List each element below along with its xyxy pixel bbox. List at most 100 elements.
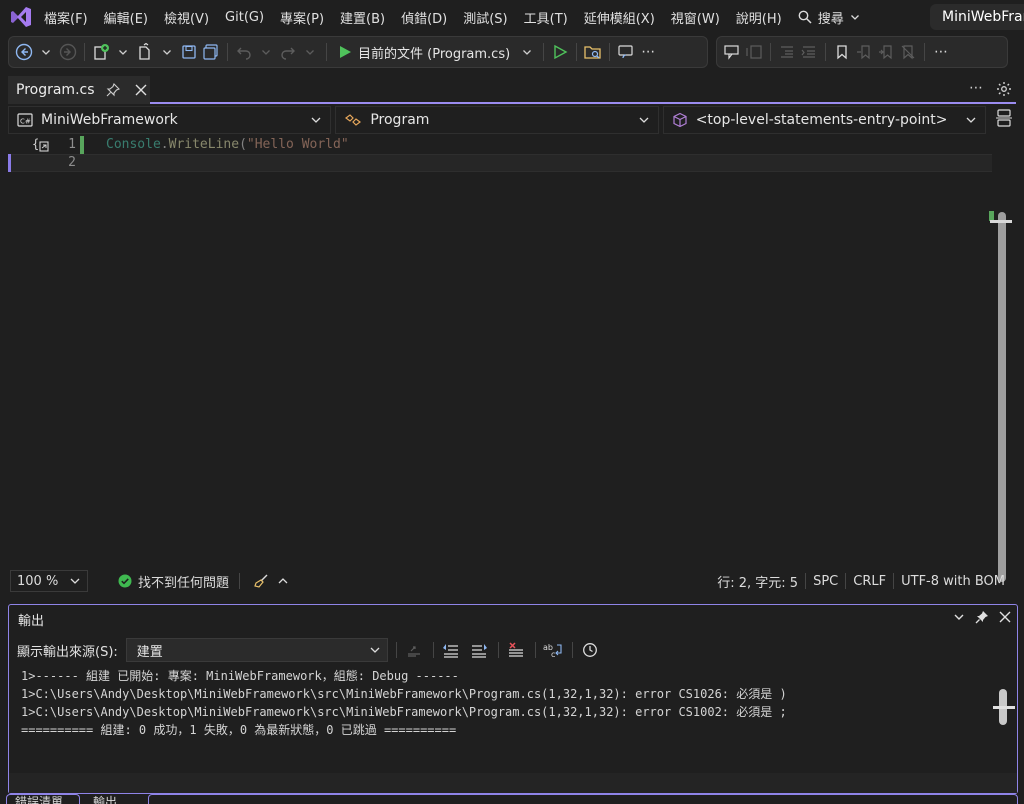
quick-info-button[interactable] xyxy=(721,39,743,65)
previous-message-button[interactable] xyxy=(440,639,462,661)
zoom-dropdown[interactable]: 100 % xyxy=(10,570,88,592)
menu-project[interactable]: 專案(P) xyxy=(272,5,332,29)
pin-icon[interactable] xyxy=(105,81,123,99)
ellipsis-icon: ⋯ xyxy=(934,44,948,60)
whitespace-mode[interactable]: SPC xyxy=(806,574,845,589)
tab-program-cs[interactable]: Program.cs xyxy=(8,76,150,104)
type-name: Program xyxy=(370,112,430,128)
svg-text:{: { xyxy=(32,137,39,151)
line-number: 2 xyxy=(68,155,76,170)
next-message-button[interactable] xyxy=(468,639,490,661)
menu-test[interactable]: 測試(S) xyxy=(455,5,515,29)
navigate-back-button[interactable] xyxy=(13,39,35,65)
menu-build[interactable]: 建置(B) xyxy=(332,5,393,29)
code-cleanup-button[interactable] xyxy=(250,568,272,594)
menu-edit[interactable]: 編輯(E) xyxy=(96,5,156,29)
hot-reload-button[interactable] xyxy=(615,39,637,65)
output-text-area[interactable]: 1>------ 組建 已開始: 專案: MiniWebFramework，組態… xyxy=(21,667,981,739)
browse-folder-button[interactable] xyxy=(582,39,604,65)
chevron-down-icon xyxy=(262,50,270,55)
code-token-method: WriteLine xyxy=(168,137,240,152)
menu-git[interactable]: Git(G) xyxy=(217,5,272,29)
member-name: <top-level-statements-entry-point> xyxy=(695,112,948,128)
undo-button[interactable] xyxy=(233,39,255,65)
menu-tools[interactable]: 工具(T) xyxy=(516,5,576,29)
outdent-icon xyxy=(781,46,793,58)
menu-debug[interactable]: 偵錯(D) xyxy=(393,5,455,29)
menu-view[interactable]: 檢視(V) xyxy=(156,5,217,29)
parameter-info-button[interactable] xyxy=(743,39,765,65)
current-line-highlight xyxy=(8,154,992,172)
tab-error-list[interactable]: 錯誤清單 xyxy=(6,794,80,804)
output-header: 輸出 xyxy=(9,605,1017,633)
toolbar-overflow-button[interactable]: ⋯ xyxy=(637,39,659,65)
output-horizontal-scrollbar[interactable] xyxy=(9,773,1017,793)
increase-indent-button[interactable] xyxy=(798,39,820,65)
auto-hide-button[interactable] xyxy=(975,610,989,628)
clear-all-button[interactable] xyxy=(505,639,527,661)
undo-icon xyxy=(237,47,251,60)
issues-indicator[interactable]: 找不到任何問題 xyxy=(118,572,229,591)
menu-search[interactable]: 搜尋 xyxy=(790,5,868,29)
open-file-button[interactable] xyxy=(134,39,156,65)
find-message-in-code-button[interactable] xyxy=(403,639,425,661)
decrease-indent-button[interactable] xyxy=(776,39,798,65)
code-text-area[interactable]: { 1 2 Console.WriteLine("Hello World" xyxy=(8,136,1016,582)
member-dropdown[interactable]: <top-level-statements-entry-point> xyxy=(662,106,987,134)
output-source-dropdown[interactable]: 建置 xyxy=(125,638,388,662)
save-button[interactable] xyxy=(178,39,200,65)
code-line-1[interactable]: Console.WriteLine("Hello World" xyxy=(106,136,349,154)
clear-bookmarks-button[interactable] xyxy=(897,39,919,65)
tab-output[interactable]: 輸出 xyxy=(84,794,148,804)
run-target-dropdown[interactable] xyxy=(516,39,538,65)
menu-extensions[interactable]: 延伸模組(X) xyxy=(576,5,663,29)
menu-file[interactable]: 檔案(F) xyxy=(36,5,96,29)
start-without-debugging-button[interactable] xyxy=(549,39,571,65)
redo-dropdown[interactable] xyxy=(299,39,321,65)
close-tab-icon[interactable] xyxy=(132,81,150,99)
document-tab-strip: Program.cs ⋯ xyxy=(8,76,1016,104)
editor-vertical-scrollbar[interactable] xyxy=(998,212,1006,582)
type-dropdown[interactable]: Program xyxy=(335,106,659,134)
bottom-tool-tabs: 錯誤清單 輸出 xyxy=(0,794,1024,804)
toggle-word-wrap-button[interactable]: ab c xyxy=(542,639,564,661)
menu-window[interactable]: 視窗(W) xyxy=(663,5,728,29)
play-outline-icon xyxy=(554,44,568,60)
start-debugging-button[interactable]: 目前的文件 (Program.cs) xyxy=(332,39,516,65)
quick-info-icon xyxy=(724,45,739,60)
text-editor-overflow-button[interactable]: ⋯ xyxy=(930,39,952,65)
undo-dropdown[interactable] xyxy=(255,39,277,65)
project-dropdown[interactable]: C# MiniWebFramework xyxy=(8,106,332,134)
gear-icon[interactable] xyxy=(996,81,1012,97)
visual-studio-logo-icon[interactable] xyxy=(6,5,36,29)
output-line: 1>C:\Users\Andy\Desktop\MiniWebFramework… xyxy=(21,687,787,701)
save-icon xyxy=(182,45,196,59)
redo-button[interactable] xyxy=(277,39,299,65)
pin-icon xyxy=(975,611,988,624)
navigate-back-dropdown[interactable] xyxy=(35,39,57,65)
scrollbar-caret-marker xyxy=(990,220,1012,223)
csharp-project-icon: C# xyxy=(17,113,33,127)
issues-text: 找不到任何問題 xyxy=(138,575,230,591)
standard-toolbar: 目前的文件 (Program.cs) ⋯ ⋯ xyxy=(8,36,1008,68)
window-options-button[interactable] xyxy=(953,611,965,627)
line-ending[interactable]: CRLF xyxy=(846,574,893,589)
tab-overflow-button[interactable]: ⋯ xyxy=(969,80,984,96)
code-cleanup-dropdown[interactable] xyxy=(272,568,294,594)
save-all-button[interactable] xyxy=(200,39,222,65)
top-level-statements-icon[interactable]: { xyxy=(32,136,52,154)
toggle-bookmark-button[interactable] xyxy=(831,39,853,65)
new-project-button[interactable] xyxy=(90,39,112,65)
previous-bookmark-button[interactable] xyxy=(853,39,875,65)
navigate-forward-button[interactable] xyxy=(57,39,79,65)
menu-help[interactable]: 說明(H) xyxy=(728,5,790,29)
next-bookmark-button[interactable] xyxy=(875,39,897,65)
split-window-button[interactable] xyxy=(992,106,1016,130)
caret-position[interactable]: 行: 2, 字元: 5 xyxy=(710,572,805,591)
show-timestamps-button[interactable] xyxy=(579,639,601,661)
open-file-dropdown[interactable] xyxy=(156,39,178,65)
close-output-button[interactable] xyxy=(999,611,1011,627)
file-encoding[interactable]: UTF-8 with BOM xyxy=(894,574,1012,589)
new-project-dropdown[interactable] xyxy=(112,39,134,65)
back-arrow-icon xyxy=(15,43,33,61)
